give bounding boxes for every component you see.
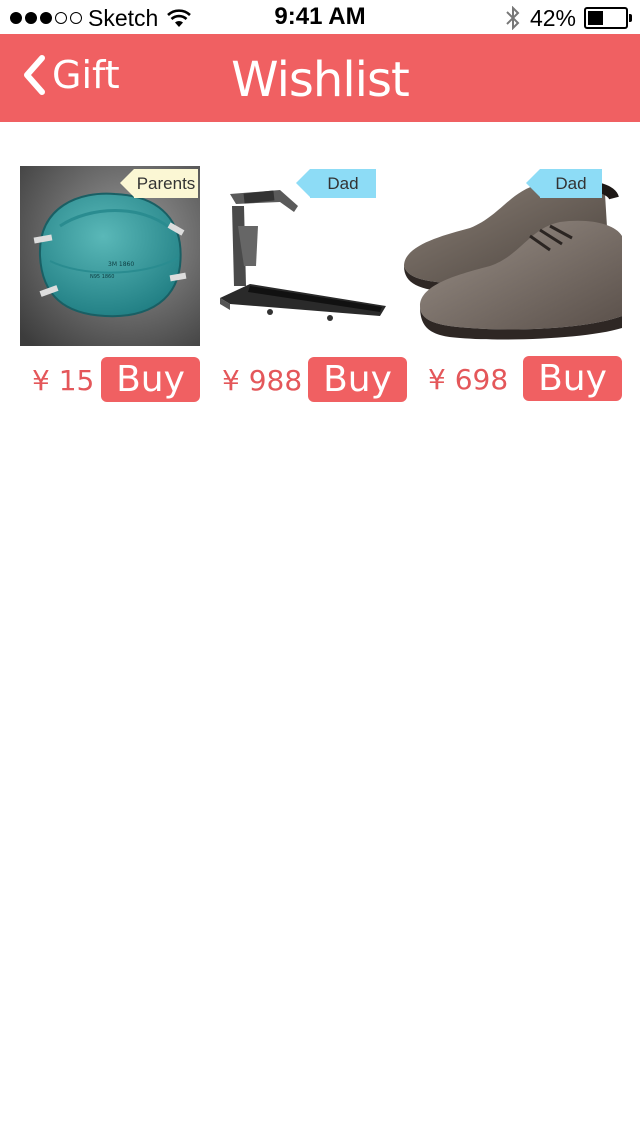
price-label: ¥ 988 (222, 364, 303, 397)
page-title: Wishlist (231, 52, 410, 108)
price-label: ¥ 698 (428, 363, 509, 396)
buy-button[interactable]: Buy (308, 357, 407, 402)
tag-label: Dad (526, 169, 602, 198)
nav-bar: Gift Wishlist (0, 34, 640, 122)
status-bar: Sketch 9:41 AM 42% (0, 0, 640, 34)
battery-fill (588, 11, 604, 25)
battery-icon (584, 7, 632, 29)
battery-percent: 42% (529, 4, 576, 31)
bluetooth-icon (506, 6, 520, 30)
buy-button[interactable]: Buy (101, 357, 200, 402)
svg-text:3M 1860: 3M 1860 (108, 261, 134, 268)
buy-button[interactable]: Buy (523, 356, 622, 401)
price-label: ¥ 15 (32, 364, 95, 397)
tag-label: Dad (296, 169, 376, 198)
svg-text:N95 1860: N95 1860 (90, 274, 114, 280)
tag-label: Parents (120, 169, 198, 198)
status-right: 42% (504, 4, 632, 32)
